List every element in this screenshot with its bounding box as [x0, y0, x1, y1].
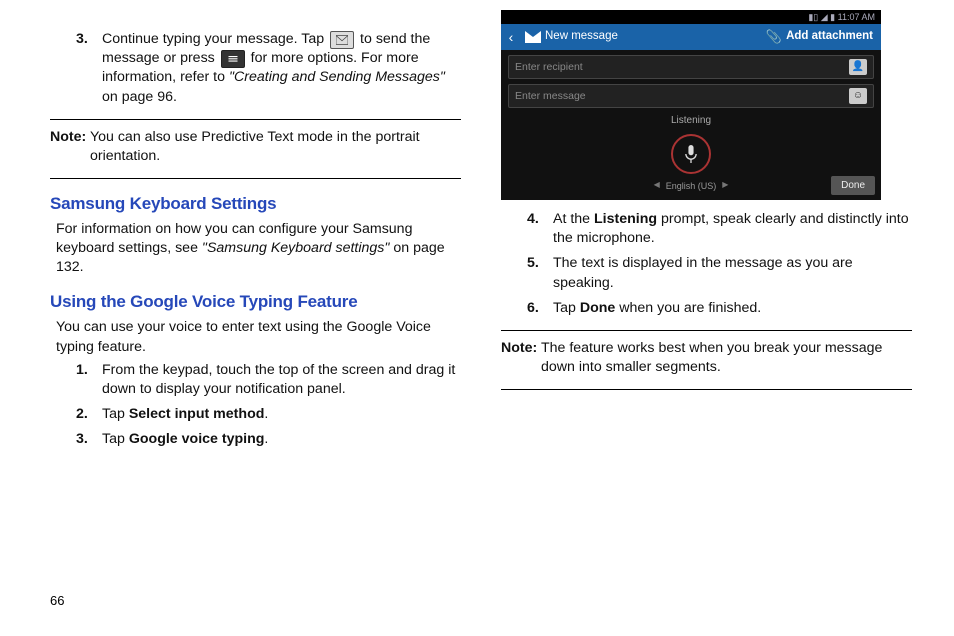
bold-term: Select input method — [129, 406, 265, 422]
step-text: Tap Select input method. — [102, 405, 461, 424]
note-text: The feature works best when you break yo… — [537, 340, 882, 375]
note-block: Note: The feature works best when you br… — [501, 339, 912, 377]
message-placeholder: Enter message — [515, 89, 849, 103]
step-number: 1. — [76, 361, 102, 399]
step-number: 3. — [76, 30, 102, 107]
text-part: on page 96. — [102, 89, 177, 105]
step-number: 3. — [76, 430, 102, 449]
voice-input-panel: Listening ◀ English (US) ▶ — [501, 114, 881, 192]
back-icon[interactable]: ‹ — [501, 28, 521, 47]
divider — [501, 389, 912, 390]
step-2: 2. Tap Select input method. — [76, 405, 461, 424]
language-selector[interactable]: ◀ English (US) ▶ — [501, 180, 881, 192]
message-field[interactable]: Enter message ☺ — [508, 84, 874, 108]
add-attachment-label[interactable]: Add attachment — [786, 29, 873, 45]
chevron-left-icon: ◀ — [654, 180, 660, 191]
app-title-bar: ‹ New message 📎 Add attachment — [501, 24, 881, 50]
signal-icon: ▮▯ ◢ ▮ — [808, 12, 837, 22]
phone-screenshot: ▮▯ ◢ ▮ 11:07 AM ‹ New message 📎 Add atta… — [501, 10, 881, 200]
step-3-left: 3. Continue typing your message. Tap to … — [76, 30, 461, 107]
attachment-icon[interactable]: 📎 — [766, 28, 782, 46]
reference-text: "Samsung Keyboard settings" — [202, 240, 390, 256]
step-text: From the keypad, touch the top of the sc… — [102, 361, 461, 399]
note-block: Note: You can also use Predictive Text m… — [50, 128, 461, 166]
text-part: Tap — [102, 431, 129, 447]
text-part: . — [264, 431, 268, 447]
divider — [50, 119, 461, 120]
manual-page: 3. Continue typing your message. Tap to … — [0, 0, 954, 636]
step-text: Tap Done when you are finished. — [553, 299, 912, 318]
step-text: The text is displayed in the message as … — [553, 254, 912, 292]
contact-icon[interactable]: 👤 — [849, 59, 867, 75]
step-text: At the Listening prompt, speak clearly a… — [553, 210, 912, 248]
note-label: Note: — [501, 340, 537, 356]
microphone-button[interactable] — [671, 134, 711, 174]
step-1: 1. From the keypad, touch the top of the… — [76, 361, 461, 399]
text-part: Tap — [102, 406, 129, 422]
right-column: ▮▯ ◢ ▮ 11:07 AM ‹ New message 📎 Add atta… — [501, 28, 912, 616]
recipient-placeholder: Enter recipient — [515, 60, 849, 74]
menu-icon — [221, 50, 245, 68]
step-6: 6. Tap Done when you are finished. — [527, 299, 912, 318]
emoji-icon[interactable]: ☺ — [849, 88, 867, 104]
note-label: Note: — [50, 129, 86, 145]
step-text: Continue typing your message. Tap to sen… — [102, 30, 461, 107]
text-part: Continue typing your message. Tap — [102, 31, 328, 47]
step-4: 4. At the Listening prompt, speak clearl… — [527, 210, 912, 248]
note-text: You can also use Predictive Text mode in… — [86, 129, 419, 164]
bold-term: Google voice typing — [129, 431, 265, 447]
paragraph: You can use your voice to enter text usi… — [56, 318, 461, 356]
text-part: . — [264, 406, 268, 422]
microphone-icon — [684, 145, 698, 163]
done-button[interactable]: Done — [831, 176, 875, 196]
recipient-field[interactable]: Enter recipient 👤 — [508, 55, 874, 79]
divider — [501, 330, 912, 331]
heading-samsung-keyboard: Samsung Keyboard Settings — [50, 193, 461, 216]
step-number: 6. — [527, 299, 553, 318]
chevron-right-icon: ▶ — [722, 180, 728, 191]
listening-label: Listening — [501, 114, 881, 128]
bold-term: Done — [580, 300, 615, 316]
screen-title: New message — [545, 29, 618, 45]
status-bar: ▮▯ ◢ ▮ 11:07 AM — [501, 10, 881, 24]
step-5: 5. The text is displayed in the message … — [527, 254, 912, 292]
clock-text: 11:07 AM — [838, 12, 875, 22]
bold-term: Listening — [594, 211, 657, 227]
heading-google-voice: Using the Google Voice Typing Feature — [50, 291, 461, 314]
step-3: 3. Tap Google voice typing. — [76, 430, 461, 449]
paragraph: For information on how you can configure… — [56, 220, 461, 278]
left-column: 3. Continue typing your message. Tap to … — [50, 28, 461, 616]
step-number: 5. — [527, 254, 553, 292]
page-number: 66 — [50, 593, 64, 608]
send-icon — [330, 31, 354, 49]
text-part: when you are finished. — [615, 300, 761, 316]
divider — [50, 178, 461, 179]
language-label: English (US) — [666, 180, 717, 192]
reference-text: "Creating and Sending Messages" — [229, 69, 445, 85]
text-part: At the — [553, 211, 594, 227]
step-number: 4. — [527, 210, 553, 248]
text-part: Tap — [553, 300, 580, 316]
step-text: Tap Google voice typing. — [102, 430, 461, 449]
message-icon — [525, 31, 541, 43]
step-number: 2. — [76, 405, 102, 424]
